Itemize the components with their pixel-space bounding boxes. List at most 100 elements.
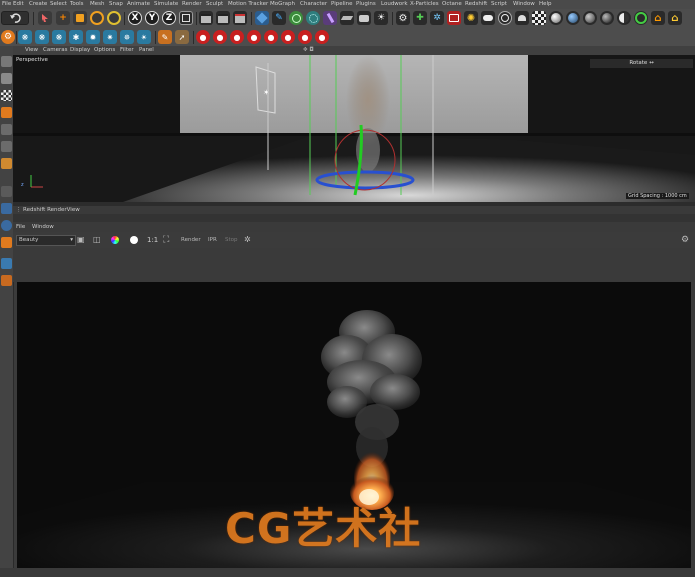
rs-tool-5-button[interactable]: ● [264, 30, 278, 44]
x-axis-button[interactable]: X [128, 11, 142, 25]
axis-mode-icon[interactable] [1, 158, 12, 169]
move-button[interactable]: + [56, 11, 70, 25]
sphere-half-button[interactable] [617, 11, 631, 25]
z-axis-button[interactable]: Z [162, 11, 176, 25]
menu-plugins[interactable]: Plugins [356, 0, 376, 9]
menu-pipeline[interactable]: Pipeline [331, 0, 353, 9]
menu-create[interactable]: Create [29, 0, 47, 9]
viewport-menu-display[interactable]: Display [70, 46, 90, 55]
render-camera-button[interactable] [447, 11, 461, 25]
model-mode-icon[interactable] [1, 56, 12, 67]
menu-file[interactable]: File [2, 0, 11, 9]
menu-render[interactable]: Render [182, 0, 202, 9]
edges-mode-icon[interactable] [1, 124, 12, 135]
array-button[interactable] [306, 11, 320, 25]
renderview-gear-icon[interactable]: ⚙ [681, 235, 689, 245]
green-ring-button[interactable] [634, 11, 648, 25]
rs-dome-button[interactable] [515, 11, 529, 25]
viewport-menu-filter[interactable]: Filter [120, 46, 134, 55]
menu-loudwork[interactable]: Loudwork [381, 0, 408, 9]
recent-tools-button[interactable] [107, 11, 121, 25]
menu-window[interactable]: Window [513, 0, 535, 9]
color-wheel-icon[interactable] [111, 236, 119, 244]
viewport-menu-cameras[interactable]: Cameras [43, 46, 67, 55]
viewport-nav-icons[interactable]: ✥ ◘ [303, 46, 314, 55]
viewport-menu-view[interactable]: View [25, 46, 38, 55]
aov-select[interactable]: Beauty ▾ [16, 235, 76, 246]
camera-button[interactable] [357, 11, 371, 25]
bend-deformer-button[interactable] [323, 11, 337, 25]
lock-icon[interactable] [1, 237, 12, 248]
rs-tool-1-button[interactable]: ● [196, 30, 210, 44]
xp-tool-2-button[interactable]: ❋ [35, 30, 49, 44]
hair-icon[interactable] [1, 275, 12, 286]
undo-button[interactable] [1, 11, 29, 25]
menu-snap[interactable]: Snap [109, 0, 123, 9]
menu-help[interactable]: Help [539, 0, 552, 9]
rs-proxy-button[interactable] [481, 11, 495, 25]
render-view-button[interactable] [199, 11, 213, 25]
cube-button[interactable] [255, 11, 269, 25]
s-tool-icon[interactable] [1, 220, 12, 231]
rs-tool-7-button[interactable]: ● [298, 30, 312, 44]
sphere-dark-button[interactable] [600, 11, 614, 25]
menu-character[interactable]: Character [300, 0, 327, 9]
xp-tool-1-button[interactable]: ❋ [18, 30, 32, 44]
sphere-grey-button[interactable] [583, 11, 597, 25]
polygons-mode-icon[interactable] [1, 141, 12, 152]
snapshot-icon[interactable]: ◫ [93, 235, 101, 245]
menu-script[interactable]: Script [491, 0, 507, 9]
rs-tool-4-button[interactable]: ● [247, 30, 261, 44]
xp-cache-button[interactable]: ✎ [158, 30, 172, 44]
menu-animate[interactable]: Animate [127, 0, 150, 9]
menu-mograph[interactable]: MoGraph [270, 0, 295, 9]
xp-system-button[interactable]: ✲ [430, 11, 444, 25]
rotate-button[interactable] [90, 11, 104, 25]
octane-settings-button[interactable]: ✺ [464, 11, 478, 25]
render-settings-button[interactable] [233, 11, 247, 25]
render-button[interactable]: Render [181, 235, 201, 245]
white-dot-icon[interactable] [130, 236, 138, 244]
ratio-label[interactable]: 1:1 [147, 235, 158, 245]
menu-edit[interactable]: Edit [13, 0, 24, 9]
menu-mesh[interactable]: Mesh [90, 0, 104, 9]
perspective-viewport[interactable]: ✶ z [13, 55, 695, 202]
house-orange-button[interactable]: ⌂ [651, 11, 665, 25]
save-image-icon[interactable]: ▣ [77, 235, 85, 245]
sphere-button[interactable] [549, 11, 563, 25]
rs-tool-8-button[interactable]: ● [315, 30, 329, 44]
rs-tool-6-button[interactable]: ● [281, 30, 295, 44]
points-mode-icon[interactable] [1, 107, 12, 118]
menu-motion-tracker[interactable]: Motion Tracker [228, 0, 268, 9]
rs-tool-3-button[interactable]: ● [230, 30, 244, 44]
scale-button[interactable] [73, 11, 87, 25]
object-mode-icon[interactable] [1, 73, 12, 84]
settings-icon[interactable]: ✲ [244, 235, 251, 245]
live-select-button[interactable] [38, 11, 52, 25]
house-yellow-button[interactable]: ⌂ [668, 11, 682, 25]
menu-x-particles[interactable]: X-Particles [410, 0, 439, 9]
menu-select[interactable]: Select [50, 0, 67, 9]
xp-emitter-button[interactable]: ✚ [413, 11, 427, 25]
renderview-menu-file[interactable]: File [16, 222, 25, 232]
xp-tool-4-button[interactable]: ✱ [69, 30, 83, 44]
rs-light-button[interactable] [498, 11, 512, 25]
light-button[interactable]: ☀ [374, 11, 388, 25]
workplane-icon[interactable] [1, 203, 12, 214]
coordinate-system-button[interactable] [179, 11, 193, 25]
y-axis-button[interactable]: Y [145, 11, 159, 25]
checker-button[interactable] [532, 11, 546, 25]
xp-tool-8-button[interactable]: ✴ [137, 30, 151, 44]
xp-tool-5-button[interactable]: ✹ [86, 30, 100, 44]
xpresso-icon[interactable] [1, 258, 12, 269]
xp-tool-6-button[interactable]: ✷ [103, 30, 117, 44]
mode-button[interactable]: ⚙ [1, 30, 15, 44]
gear-button[interactable]: ⚙ [396, 11, 410, 25]
viewport-menu-panel[interactable]: Panel [139, 46, 154, 55]
pen-button[interactable]: ✎ [272, 11, 286, 25]
sphere-blue-button[interactable] [566, 11, 580, 25]
ipr-button[interactable]: IPR [208, 235, 217, 245]
renderview-menu-window[interactable]: Window [32, 222, 54, 232]
menu-simulate[interactable]: Simulate [154, 0, 178, 9]
xp-tool-3-button[interactable]: ❋ [52, 30, 66, 44]
